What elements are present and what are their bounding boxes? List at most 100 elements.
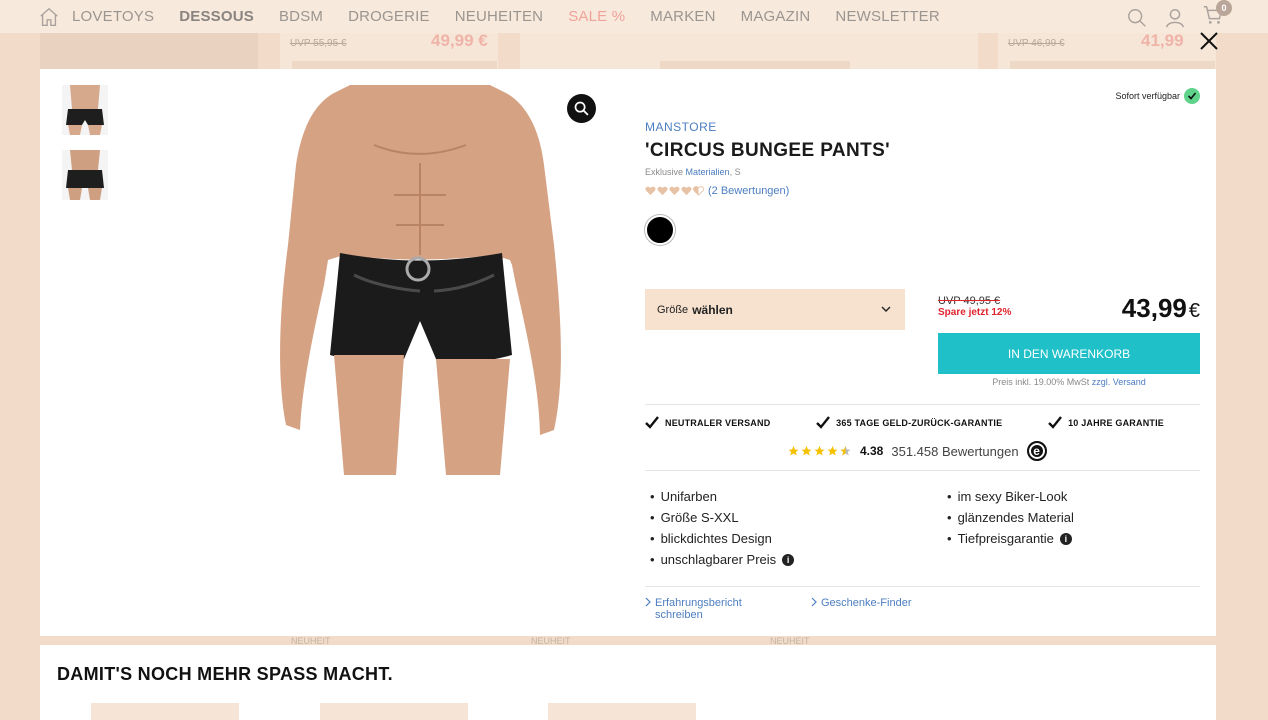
nav-bdsm[interactable]: BDSM xyxy=(279,8,323,25)
nav-marken[interactable]: MARKEN xyxy=(650,8,715,25)
heart-icon xyxy=(669,186,680,196)
star-icon xyxy=(801,446,812,456)
trust-review-count: 351.458 Bewertungen xyxy=(891,443,1019,459)
chevron-right-icon xyxy=(811,597,817,607)
savings-text: Spare jetzt 12% xyxy=(938,307,1012,318)
size-select-value: wählen xyxy=(692,302,733,317)
trust-score: 4.38 xyxy=(860,444,884,458)
star-icon xyxy=(827,446,838,456)
checkmark-icon xyxy=(645,416,659,429)
feature-list: Unifarben im sexy Biker-Look Größe S-XXL… xyxy=(650,489,1200,567)
background-product-row: UVP 55,95 € 49,99 € UVP 46,99 € 41,99 xyxy=(40,31,1216,71)
guarantee-item: NEUTRALER VERSAND xyxy=(645,416,770,429)
nav-sale[interactable]: SALE % xyxy=(568,8,625,25)
recommendation-card[interactable] xyxy=(91,703,239,720)
recommendations-heading: DAMIT'S NOCH MEHR SPASS MACHT. xyxy=(57,664,393,684)
thumbnail-front[interactable] xyxy=(62,85,108,135)
thumbnail-image xyxy=(62,85,108,135)
background-uvp: UVP 55,95 € xyxy=(290,38,347,49)
trusted-shops-logo-icon: e xyxy=(1026,441,1047,461)
product-brand[interactable]: MANSTORE xyxy=(645,120,717,134)
background-product-image xyxy=(40,33,258,69)
feature-item: unschlagbarer Preis i xyxy=(650,552,947,567)
add-to-cart-button[interactable]: IN DEN WARENKORB xyxy=(938,333,1200,374)
nav-drogerie[interactable]: DROGERIE xyxy=(348,8,430,25)
background-price: 41,99 xyxy=(1141,31,1184,50)
guarantee-item: 365 TAGE GELD-ZURÜCK-GARANTIE xyxy=(816,416,1002,429)
subtitle-prefix: Exklusive xyxy=(645,167,684,177)
zoom-button[interactable] xyxy=(567,94,596,123)
feature-text: glänzendes Material xyxy=(957,510,1074,525)
feature-item: Tiefpreisgarantie i xyxy=(947,531,1200,546)
gift-finder-link[interactable]: Geschenke-Finder xyxy=(811,597,912,621)
product-title: 'CIRCUS BUNGEE PANTS' xyxy=(645,140,891,161)
search-icon[interactable] xyxy=(1126,7,1148,29)
availability-text: Sofort verfügbar xyxy=(1115,91,1180,101)
guarantee-row: NEUTRALER VERSAND 365 TAGE GELD-ZURÜCK-G… xyxy=(645,416,1200,429)
recommendations-section: DAMIT'S NOCH MEHR SPASS MACHT. xyxy=(40,645,1216,720)
price-value: 43,99 xyxy=(1121,293,1187,323)
heart-icon xyxy=(645,186,656,196)
nav-neuheiten[interactable]: NEUHEITEN xyxy=(455,8,543,25)
star-icon xyxy=(814,446,825,456)
write-review-link[interactable]: Erfahrungsbericht schreiben xyxy=(645,597,811,621)
availability-status: Sofort verfügbar xyxy=(1115,88,1200,104)
nav-dessous[interactable]: DESSOUS xyxy=(179,8,254,25)
close-icon[interactable] xyxy=(1198,30,1220,52)
background-product-card: UVP 46,99 € 41,99 xyxy=(998,31,1216,71)
rating-count-link[interactable]: (2 Bewertungen) xyxy=(708,185,789,197)
checkmark-icon xyxy=(816,416,831,429)
recommendation-card[interactable] xyxy=(548,703,696,720)
thumbnail-image xyxy=(62,150,108,200)
feature-text: im sexy Biker-Look xyxy=(957,489,1068,504)
price-currency: € xyxy=(1188,300,1200,322)
half-star-icon xyxy=(840,446,851,456)
uvp-price: UVP 49,95 € xyxy=(938,295,1001,307)
checkmark-icon xyxy=(1048,416,1063,429)
half-heart-icon xyxy=(693,186,704,196)
feature-item: im sexy Biker-Look xyxy=(947,489,1200,504)
tax-text: Preis inkl. 19.00% MwSt xyxy=(992,377,1090,387)
info-icon[interactable]: i xyxy=(1059,532,1072,545)
background-product-card xyxy=(520,33,978,71)
feature-text: Größe S-XXL xyxy=(660,510,739,525)
trusted-shops-rating[interactable]: 4.38 351.458 Bewertungen e xyxy=(787,441,1047,461)
divider xyxy=(645,586,1200,587)
feature-text: Tiefpreisgarantie xyxy=(957,531,1054,546)
color-swatch-black[interactable] xyxy=(645,215,675,245)
background-product-card: UVP 55,95 € 49,99 € xyxy=(280,31,498,71)
feature-item: Unifarben xyxy=(650,489,947,504)
materials-link[interactable]: Materialien xyxy=(686,167,730,177)
product-rating[interactable]: (2 Bewertungen) xyxy=(645,185,789,197)
star-icon xyxy=(788,446,799,456)
thumbnail-back[interactable] xyxy=(62,150,108,200)
info-icon[interactable]: i xyxy=(782,553,795,566)
nav-newsletter[interactable]: NEWSLETTER xyxy=(835,8,940,25)
cart-button[interactable]: 0 xyxy=(1202,0,1232,31)
nav-magazin[interactable]: MAGAZIN xyxy=(741,8,811,25)
heart-icon xyxy=(681,186,692,196)
gift-finder-label: Geschenke-Finder xyxy=(821,597,912,609)
feature-text: unschlagbarer Preis xyxy=(660,552,777,567)
home-icon[interactable] xyxy=(38,6,60,28)
recommendation-card[interactable] xyxy=(320,703,468,720)
guarantee-label: 10 JAHRE GARANTIE xyxy=(1068,417,1164,428)
product-links: Erfahrungsbericht schreiben Geschenke-Fi… xyxy=(645,597,912,621)
size-select[interactable]: Größe wählen xyxy=(645,289,905,330)
tax-note: Preis inkl. 19.00% MwSt zzgl. Versand xyxy=(938,377,1200,387)
nav-lovetoys[interactable]: LOVETOYS xyxy=(72,8,154,25)
rating-hearts xyxy=(645,186,704,196)
shipping-link[interactable]: zzgl. Versand xyxy=(1092,377,1146,387)
guarantee-item: 10 JAHRE GARANTIE xyxy=(1048,416,1164,429)
guarantee-label: NEUTRALER VERSAND xyxy=(665,417,771,428)
divider xyxy=(645,470,1200,471)
product-subtitle: Exklusive Materialien, S xyxy=(645,167,741,177)
subtitle-suffix: , S xyxy=(729,167,741,177)
heart-icon xyxy=(657,186,668,196)
background-price: 49,99 € xyxy=(431,31,488,50)
product-price: 43,99 € xyxy=(1122,293,1200,324)
product-main-image xyxy=(254,85,586,475)
zoom-icon xyxy=(574,101,589,116)
feature-item: blickdichtes Design xyxy=(650,531,947,546)
account-icon[interactable] xyxy=(1164,7,1186,29)
